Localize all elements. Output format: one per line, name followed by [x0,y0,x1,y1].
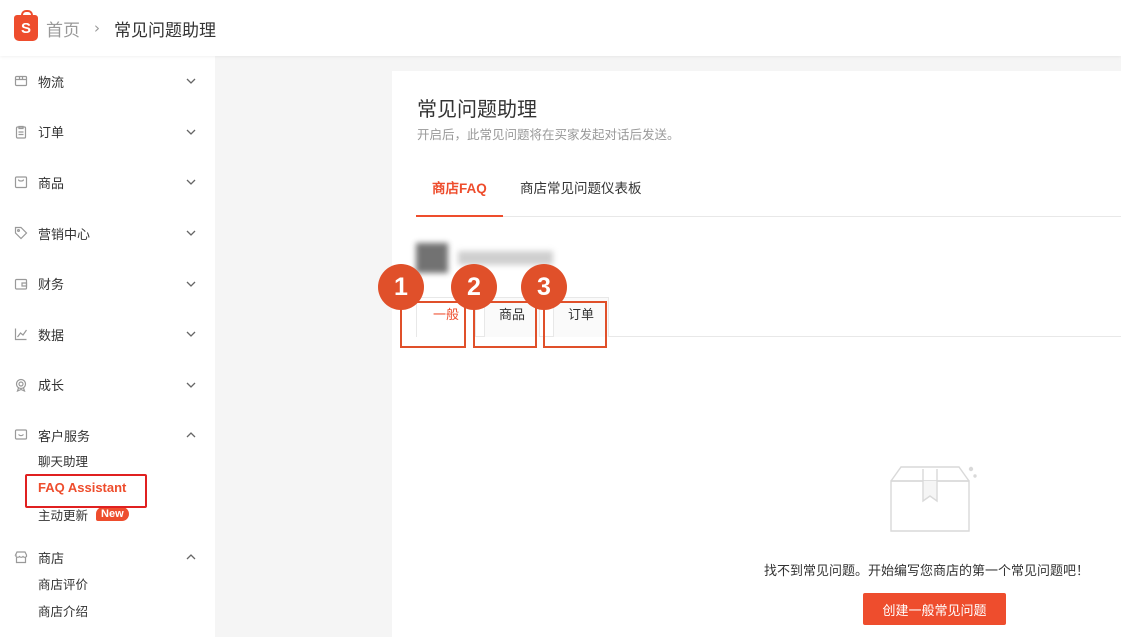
chevron-down-icon [186,180,196,186]
chat-icon [14,428,28,442]
tab-shop-faq[interactable]: 商店FAQ [416,169,503,217]
chevron-down-icon [186,78,196,85]
sidebar-item-label: 物流 [38,75,65,91]
sidebar-subitem-store-intro[interactable]: 商店介绍 [0,597,215,624]
wallet-icon [14,277,28,291]
breadcrumb-current: 常见问题助理 [114,20,216,41]
sidebar-item-marketing[interactable]: 营销中心 [0,208,215,259]
chevron-down-icon [186,230,196,236]
sidebar-item-products[interactable]: 商品 [0,157,215,208]
annotation-badge-3: 3 [521,264,567,310]
chart-icon [14,327,28,341]
bag-icon [14,175,28,189]
sidebar-item-finance[interactable]: 财务 [0,258,215,309]
medal-icon [14,378,28,392]
chevron-up-icon [186,432,196,438]
sidebar-item-data[interactable]: 数据 [0,309,215,360]
breadcrumb-separator: › [94,19,100,37]
sidebar-item-customer-service[interactable]: 客户服务 [0,410,215,461]
sidebar-item-label: 数据 [38,328,65,344]
sidebar-item-label: 营销中心 [38,227,91,243]
sidebar-item-label: 订单 [38,126,65,142]
sidebar-item-growth[interactable]: 成长 [0,360,215,411]
tag-icon [14,226,28,240]
tab-faq-dashboard[interactable]: 商店常见问题仪表板 [504,169,658,217]
main-tabs: 商店FAQ 商店常见问题仪表板 [416,169,1121,217]
page-subtitle: 开启后，此常见问题将在买家发起对话后发送。 [417,127,680,142]
sidebar-item-label: 商店 [38,551,65,567]
sidebar-item-label: 成长 [38,379,65,395]
chevron-down-icon [186,129,196,135]
chevron-up-icon [186,554,196,560]
sidebar-item-label: 财务 [38,278,65,294]
sidebar-item-label: 客户服务 [38,429,91,445]
chevron-down-icon [186,382,196,388]
sidebar-item-label: 商品 [38,176,65,192]
sidebar: 物流 订单 商品 营销中心 财务 数据 成长 客户服务 聊天助理 FAQ Ass… [0,56,215,637]
chevron-down-icon [186,331,196,338]
clipboard-icon [14,125,28,139]
store-icon [14,550,28,564]
chevron-down-icon [186,281,196,287]
faq-assistant-card: 常见问题助理 开启后，此常见问题将在买家发起对话后发送。 商店FAQ 商店常见问… [378,71,1121,637]
shopee-logo[interactable]: S [14,10,38,41]
new-badge: New [96,507,129,522]
shop-avatar-blurred [416,243,448,273]
box-icon [14,74,28,88]
empty-box-icon [890,466,977,532]
sidebar-item-orders[interactable]: 订单 [0,107,215,158]
annotation-badge-2: 2 [451,264,497,310]
sidebar-item-logistics[interactable]: 物流 [0,56,215,107]
page-title: 常见问题助理 [417,97,537,121]
sidebar-item-store[interactable]: 商店 [0,532,215,583]
shop-name-blurred [458,251,553,265]
annotation-badge-1: 1 [378,264,424,310]
create-general-faq-button[interactable]: 创建一般常见问题 [863,593,1006,625]
breadcrumb-home[interactable]: 首页 [46,16,80,41]
top-bar: S 首页 › 常见问题助理 [0,0,1121,56]
faq-assistant-highlight-box [25,474,147,508]
empty-state-text: 找不到常见问题。开始编写您商店的第一个常见问题吧！ [764,564,1090,579]
